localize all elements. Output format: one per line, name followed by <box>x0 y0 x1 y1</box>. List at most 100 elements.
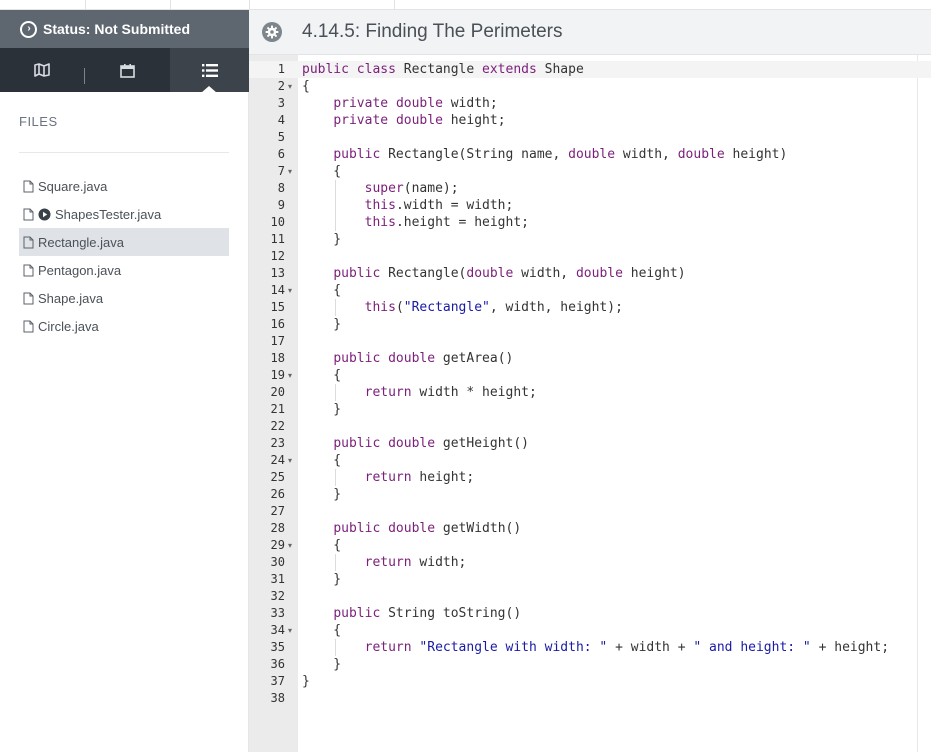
settings-button[interactable] <box>262 22 282 42</box>
code-line: 13 public Rectangle(double width, double… <box>249 265 931 282</box>
line-number: 25 <box>270 470 285 484</box>
code-line: 3 private double width; <box>249 95 931 112</box>
line-number: 5 <box>277 130 285 144</box>
status-label: Status: Not Submitted <box>43 21 190 37</box>
line-number: 3 <box>277 96 285 110</box>
line-number: 32 <box>270 589 285 603</box>
code-line: 29 ▾ { <box>249 537 931 554</box>
code-line: 6 public Rectangle(String name, double w… <box>249 146 931 163</box>
code-line: 34 ▾ { <box>249 622 931 639</box>
line-number: 34 <box>270 623 285 637</box>
code-text: { <box>302 453 342 468</box>
line-number: 20 <box>270 385 285 399</box>
file-item[interactable]: Square.java <box>19 172 229 200</box>
play-icon <box>38 208 51 221</box>
code-line: 17 <box>249 333 931 350</box>
code-lines: 1 public class Rectangle extends Shape 2 ▾{… <box>249 61 931 752</box>
status-bar[interactable]: › Status: Not Submitted <box>0 10 249 48</box>
file-item[interactable]: Rectangle.java <box>19 228 229 256</box>
code-text: { <box>302 368 342 383</box>
code-line: 7 ▾ { <box>249 163 931 180</box>
code-line: 2 ▾ { <box>249 78 931 95</box>
code-line: 5 <box>249 129 931 146</box>
code-line: 11 } <box>249 231 931 248</box>
code-text: } <box>302 232 342 247</box>
line-number: 30 <box>270 555 285 569</box>
line-number: 18 <box>270 351 285 365</box>
fold-toggle-icon[interactable]: ▾ <box>288 282 292 299</box>
line-number: 9 <box>277 198 285 212</box>
file-icon <box>23 264 34 277</box>
page-title: 4.14.5: Finding The Perimeters <box>302 21 563 42</box>
code-line: 4 private double height; <box>249 112 931 129</box>
code-text: super(name); <box>364 181 459 196</box>
code-line: 15 this("Rectangle", width, height); <box>249 299 931 316</box>
fold-toggle-icon[interactable]: ▾ <box>288 367 292 384</box>
code-line: 10 this.height = height; <box>249 214 931 231</box>
line-number: 31 <box>270 572 285 586</box>
line-number: 11 <box>270 232 285 246</box>
file-icon <box>23 320 34 333</box>
code-line: 33 public String toString() <box>249 605 931 622</box>
file-item[interactable]: Pentagon.java <box>19 256 229 284</box>
code-text: { <box>302 538 342 553</box>
code-text: { <box>302 79 310 94</box>
top-strip <box>0 0 931 10</box>
line-number: 21 <box>270 402 285 416</box>
code-line: 8 super(name); <box>249 180 931 197</box>
file-name: Square.java <box>38 178 108 194</box>
files-divider <box>19 152 229 153</box>
code-line: 16 } <box>249 316 931 333</box>
code-text: public double getWidth() <box>333 521 522 536</box>
gear-icon <box>265 25 279 39</box>
fold-toggle-icon[interactable]: ▾ <box>288 78 292 95</box>
file-icon <box>23 208 34 221</box>
line-number: 28 <box>270 521 285 535</box>
file-item[interactable]: Shape.java <box>19 284 229 312</box>
line-number: 24 <box>270 453 285 467</box>
file-item[interactable]: Circle.java <box>19 312 229 340</box>
code-line: 28 public double getWidth() <box>249 520 931 537</box>
nav-map-button[interactable] <box>0 48 84 92</box>
fold-toggle-icon[interactable]: ▾ <box>288 622 292 639</box>
line-number: 8 <box>277 181 285 195</box>
code-line: 25 return height; <box>249 469 931 486</box>
code-line: 20 return width * height; <box>249 384 931 401</box>
file-icon <box>23 236 34 249</box>
code-text: { <box>302 283 342 298</box>
line-number: 36 <box>270 657 285 671</box>
fold-toggle-icon[interactable]: ▾ <box>288 163 292 180</box>
fold-toggle-icon[interactable]: ▾ <box>288 537 292 554</box>
nav-calendar-button[interactable] <box>85 48 170 92</box>
code-text: return "Rectangle with width: " + width … <box>364 640 890 655</box>
indent-guide <box>335 554 337 571</box>
line-number: 35 <box>270 640 285 654</box>
line-number: 17 <box>270 334 285 348</box>
indent-guide <box>335 384 337 401</box>
file-name: Shape.java <box>38 290 104 306</box>
code-text: return width * height; <box>364 385 537 400</box>
top-strip-tick <box>85 0 86 10</box>
code-line: 14 ▾ { <box>249 282 931 299</box>
code-text: public double getHeight() <box>333 436 529 451</box>
file-item[interactable]: ShapesTester.java <box>19 200 229 228</box>
line-number: 33 <box>270 606 285 620</box>
line-number: 19 <box>270 368 285 382</box>
code-line: 22 <box>249 418 931 435</box>
code-text: public Rectangle(double width, double he… <box>333 266 686 281</box>
code-line: 9 this.width = width; <box>249 197 931 214</box>
code-text: } <box>302 487 342 502</box>
code-text: public double getArea() <box>333 351 514 366</box>
code-text: } <box>302 317 342 332</box>
code-line: 24 ▾ { <box>249 452 931 469</box>
file-list: Square.java ShapesTester.java Rectangle.ja… <box>19 172 229 340</box>
line-number: 13 <box>270 266 285 280</box>
code-text: public String toString() <box>333 606 522 621</box>
files-heading: FILES <box>19 114 58 129</box>
code-text: { <box>302 164 342 179</box>
indent-guide <box>335 299 337 316</box>
fold-toggle-icon[interactable]: ▾ <box>288 452 292 469</box>
code-text: } <box>302 657 342 672</box>
line-number: 12 <box>270 249 285 263</box>
indent-guide <box>335 639 337 656</box>
